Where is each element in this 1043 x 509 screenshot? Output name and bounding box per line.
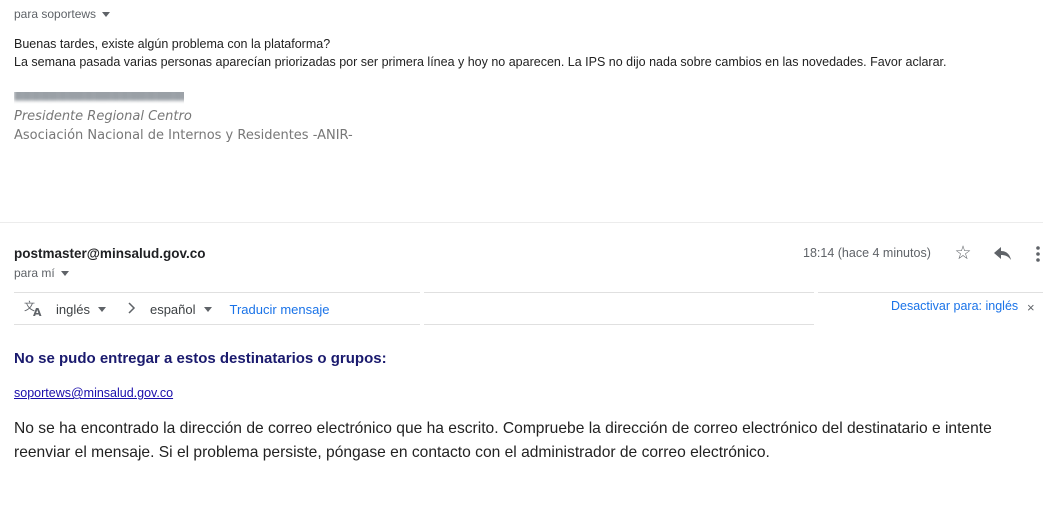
chevron-down-icon[interactable]	[102, 11, 111, 17]
redacted-name: ████████████████████	[14, 92, 184, 100]
message-timestamp: 18:14 (hace 4 minutos)	[803, 246, 931, 260]
disable-translation-link[interactable]: Desactivar para: inglés	[891, 299, 1018, 313]
target-language-select[interactable]: español	[150, 302, 212, 317]
chevron-down-icon	[97, 307, 106, 312]
signature-organization: Asociación Nacional de Internos y Reside…	[14, 128, 353, 143]
star-icon[interactable]: ☆	[951, 242, 975, 266]
chevron-right-icon	[128, 302, 136, 317]
recipient-line[interactable]: para soportews	[14, 7, 111, 21]
translate-icon: 文 A	[24, 299, 44, 320]
chevron-down-icon	[203, 307, 212, 312]
message-divider	[0, 222, 1043, 223]
translate-bar: 文 A inglés español Traducir mensaje	[24, 299, 329, 320]
source-language-label: inglés	[56, 302, 90, 317]
translate-bar-border	[14, 324, 420, 325]
recipient-line[interactable]: para mí	[14, 266, 69, 280]
previous-header-cutoff	[0, 0, 1043, 3]
source-language-select[interactable]: inglés	[56, 302, 106, 317]
chevron-down-icon[interactable]	[60, 270, 69, 276]
sender-address[interactable]: postmaster@minsalud.gov.co	[14, 246, 205, 261]
body-line: La semana pasada varias personas aparecí…	[14, 55, 947, 69]
reply-icon[interactable]	[991, 242, 1015, 266]
recipient-label: para mí	[14, 266, 55, 280]
signature-role: Presidente Regional Centro	[14, 109, 192, 124]
close-icon[interactable]: ×	[1027, 300, 1035, 315]
bounce-message: No se ha encontrado la dirección de corr…	[14, 420, 992, 461]
bounce-title: No se pudo entregar a estos destinatario…	[14, 350, 387, 367]
bounce-address-link[interactable]: soportews@minsalud.gov.co	[14, 386, 173, 400]
translate-bar-border	[14, 292, 420, 293]
message-body: Buenas tardes, existe algún problema con…	[14, 35, 947, 71]
translate-bar-border	[424, 292, 814, 293]
target-language-label: español	[149, 302, 196, 317]
more-vert-icon[interactable]	[1032, 242, 1043, 266]
recipient-label: para soportews	[14, 7, 97, 21]
translate-message-link[interactable]: Traducir mensaje	[230, 302, 330, 317]
translate-bar-border	[818, 292, 1043, 293]
svg-text:A: A	[33, 306, 42, 317]
body-line: Buenas tardes, existe algún problema con…	[14, 37, 331, 51]
translate-bar-border	[424, 324, 814, 325]
